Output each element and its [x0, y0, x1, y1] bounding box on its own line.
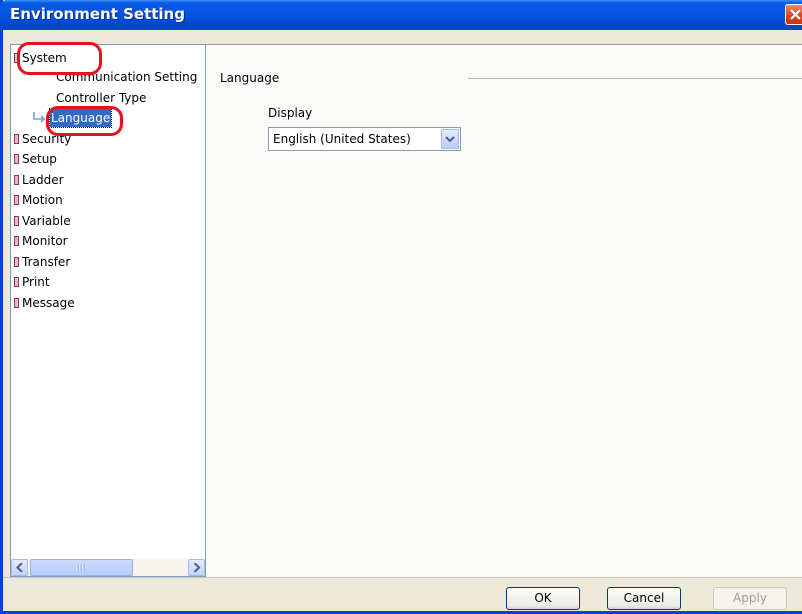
ok-button[interactable]: OK: [506, 587, 580, 610]
book-icon: [14, 277, 19, 287]
scroll-thumb[interactable]: [30, 559, 133, 576]
display-language-value: English (United States): [273, 132, 411, 146]
scroll-left-button[interactable]: [11, 559, 28, 576]
window-title: Environment Setting: [10, 5, 185, 23]
tree-item-label: Communication Setting: [56, 70, 198, 84]
display-language-select[interactable]: English (United States): [268, 127, 461, 151]
apply-button[interactable]: Apply: [713, 587, 787, 610]
child-arrow-icon: [33, 112, 46, 123]
display-label: Display: [268, 106, 313, 120]
tree-item-label: Print: [22, 275, 50, 289]
tree-item-label: Setup: [22, 152, 57, 166]
tree-item-label: Message: [22, 296, 75, 310]
tree-item-label: Controller Type: [56, 91, 147, 105]
chevron-left-icon: [16, 563, 23, 572]
chevron-right-icon: [193, 563, 201, 572]
chevron-down-icon: [445, 136, 455, 143]
book-icon: [14, 134, 19, 144]
scroll-right-button[interactable]: [188, 559, 205, 576]
book-icon: [14, 195, 19, 205]
book-icon: [14, 216, 19, 226]
book-icon: [14, 154, 19, 164]
book-icon: [14, 175, 19, 185]
tree-item-label: System: [22, 51, 67, 65]
book-icon: [14, 298, 19, 308]
tree-item-label: Transfer: [22, 255, 71, 269]
language-settings-panel: Language Display English (United States): [206, 44, 802, 577]
tree-item-label: Variable: [22, 214, 71, 228]
tree-item-label: Ladder: [22, 173, 64, 187]
book-icon: [14, 257, 19, 267]
book-icon: [14, 236, 19, 246]
horizontal-scrollbar[interactable]: [11, 559, 205, 576]
book-icon: [14, 53, 19, 63]
group-title: Language: [220, 71, 280, 85]
group-divider: [468, 78, 802, 79]
tree-item-label: Language: [48, 108, 113, 128]
dialog-footer: OK Cancel Apply: [3, 577, 802, 611]
settings-tree[interactable]: System Communication Setting Controller …: [10, 44, 206, 577]
title-bar[interactable]: Environment Setting: [0, 0, 802, 30]
grip-icon: [76, 564, 85, 571]
tree-item-label: Security: [22, 132, 72, 146]
cancel-button[interactable]: Cancel: [607, 587, 681, 610]
close-button[interactable]: [785, 4, 802, 25]
environment-setting-dialog: Environment Setting System Communication…: [0, 0, 802, 614]
dropdown-button[interactable]: [441, 129, 459, 149]
tree-item-label: Monitor: [22, 234, 68, 248]
close-icon: [790, 9, 801, 20]
tree-item-label: Motion: [22, 193, 63, 207]
